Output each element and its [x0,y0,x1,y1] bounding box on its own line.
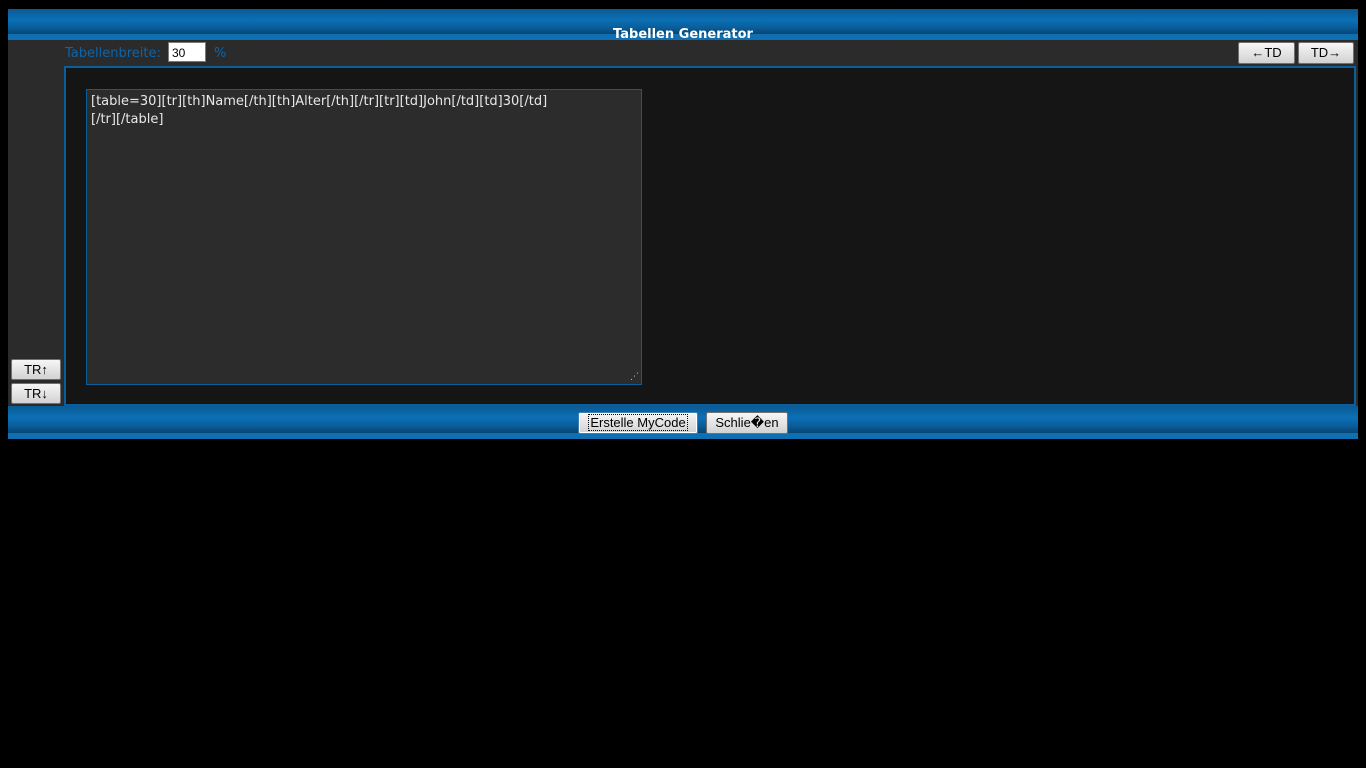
table-generator-dialog: Tabellen Generator Tabellenbreite: 30 % … [8,9,1358,439]
remove-column-button[interactable]: ←TD [1238,42,1295,64]
create-mycode-label: Erstelle MyCode [588,414,688,431]
table-work-area: [table=30][tr][th]Name[/th][th]Alter[/th… [64,66,1356,406]
table-width-label: Tabellenbreite: [65,46,161,61]
dialog-footer: Erstelle MyCode Schlie�en [8,406,1358,439]
mycode-output-textarea[interactable]: [table=30][tr][th]Name[/th][th]Alter[/th… [86,89,642,385]
close-button[interactable]: Schlie�en [706,412,788,434]
table-width-unit: % [214,46,227,61]
dialog-title: Tabellen Generator [613,27,753,42]
table-width-input[interactable]: 30 [168,42,206,62]
create-mycode-button[interactable]: Erstelle MyCode [578,412,698,434]
resize-grip-icon[interactable]: ⋰ [629,372,639,382]
mycode-output-text: [table=30][tr][th]Name[/th][th]Alter[/th… [91,94,548,127]
add-row-button[interactable]: TR↓ [11,383,61,404]
add-column-button[interactable]: TD→ [1298,42,1354,64]
remove-row-button[interactable]: TR↑ [11,359,61,380]
dialog-titlebar: Tabellen Generator [8,9,1358,42]
